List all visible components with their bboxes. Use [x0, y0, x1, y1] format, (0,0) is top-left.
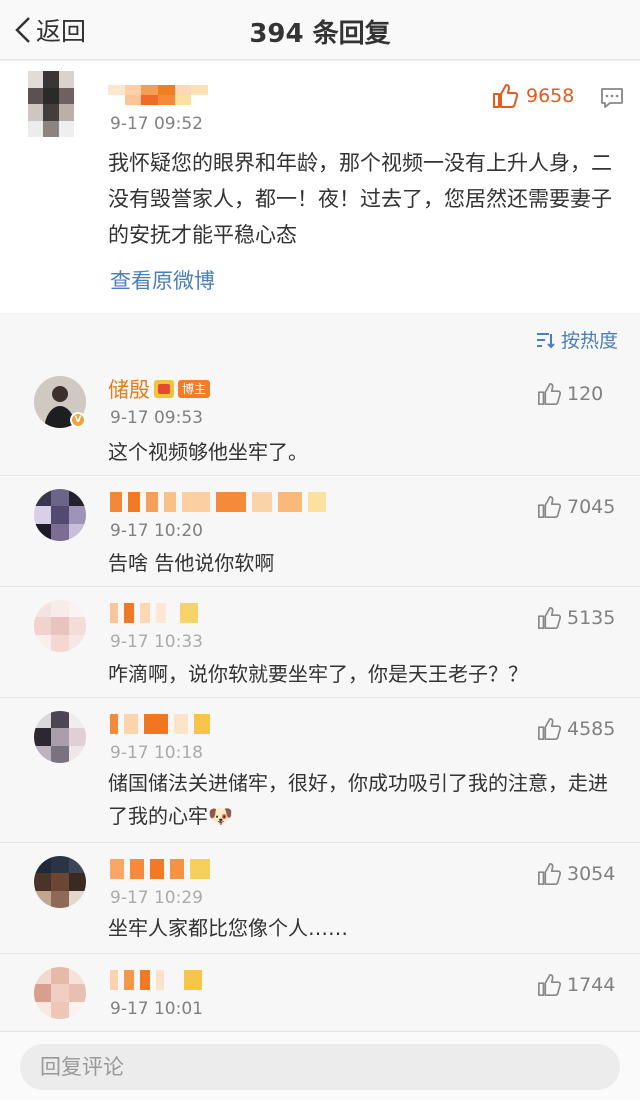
- avatar[interactable]: [34, 489, 86, 541]
- like-button[interactable]: 4585: [537, 717, 615, 741]
- author-badge: 博主: [178, 380, 211, 398]
- thumbs-up-icon: [538, 496, 561, 518]
- like-count: 9658: [526, 85, 575, 107]
- like-button[interactable]: 1744: [537, 973, 615, 997]
- username-redacted: [108, 85, 208, 105]
- like-button[interactable]: 9658: [492, 83, 574, 109]
- like-count: 1744: [567, 974, 616, 996]
- thumbs-up-icon: [538, 718, 561, 740]
- dog-emoji-icon: 🐶: [208, 804, 233, 828]
- view-original-link[interactable]: 查看原微博: [110, 265, 215, 295]
- page-title: 394 条回复: [249, 19, 391, 49]
- avatar[interactable]: [34, 600, 86, 652]
- like-count: 7045: [567, 496, 616, 518]
- nav-bar: 返回 394 条回复: [0, 0, 640, 60]
- timestamp: 9-17 10:20: [110, 521, 203, 541]
- timestamp: 9-17 10:33: [110, 632, 203, 652]
- avatar[interactable]: [28, 71, 74, 137]
- username-redacted: [110, 858, 210, 880]
- root-comment: 9-17 09:52 9658 我怀疑您的眼界和年龄，那个视频一没有上升人身，二…: [0, 61, 640, 313]
- thumbs-up-icon: [538, 607, 561, 629]
- thumbs-up-icon: [493, 84, 518, 108]
- comment-text: 告啥 告他说你软啊: [108, 551, 275, 575]
- username-redacted: [110, 491, 326, 513]
- thumbs-up-icon: [538, 383, 561, 405]
- sort-button[interactable]: 按热度: [535, 326, 618, 353]
- crown-icon: [154, 380, 174, 398]
- like-count: 3054: [567, 863, 616, 885]
- timestamp: 9-17 10:18: [110, 743, 203, 763]
- timestamp: 9-17 09:52: [110, 114, 203, 134]
- like-count: 5135: [567, 607, 616, 629]
- sort-icon: [536, 332, 555, 348]
- timestamp: 9-17 10:01: [110, 999, 203, 1019]
- avatar[interactable]: [34, 856, 86, 908]
- like-button[interactable]: 7045: [537, 495, 615, 519]
- avatar[interactable]: [34, 711, 86, 763]
- comment-text: 咋滴啊，说你软就要坐牢了，你是天王老子？？: [108, 662, 528, 686]
- like-button[interactable]: 5135: [537, 606, 615, 630]
- comment-icon[interactable]: [600, 87, 624, 113]
- like-button[interactable]: 120: [537, 382, 603, 406]
- username-redacted: [110, 602, 198, 624]
- thumbs-up-icon: [538, 863, 561, 885]
- username-redacted: [110, 713, 210, 735]
- verified-badge-icon: V: [70, 412, 86, 428]
- username[interactable]: 储殷 博主: [108, 374, 211, 404]
- list-item: 9-17 10:01 1744: [0, 955, 640, 1030]
- sort-label: 按热度: [560, 330, 618, 352]
- list-item: 9-17 10:33 5135 咋滴啊，说你软就要坐牢了，你是天王老子？？: [0, 588, 640, 698]
- like-count: 4585: [567, 718, 616, 740]
- list-item: 9-17 10:18 4585 储国储法关进储牢，很好，你成功吸引了我的注意，走…: [0, 699, 640, 843]
- like-count: 120: [567, 383, 604, 405]
- comment-text: 我怀疑您的眼界和年龄，那个视频一没有上升人身，二没有毁誉家人，都一！夜！过去了，…: [108, 151, 612, 247]
- list-item: V 储殷 博主 9-17 09:53 120 这个视频够他坐牢了。: [0, 364, 640, 476]
- reply-list[interactable]: 按热度 V 储殷 博主 9-17 09:53 120 这个视频够他坐牢了。 9-…: [0, 314, 640, 1030]
- reply-bar: [0, 1031, 640, 1100]
- list-item: 9-17 10:29 3054 坐牢人家都比您像个人……: [0, 844, 640, 954]
- list-item: 9-17 10:20 7045 告啥 告他说你软啊: [0, 477, 640, 587]
- comment-text: 坐牢人家都比您像个人……: [108, 916, 348, 940]
- thumbs-up-icon: [538, 974, 561, 996]
- reply-input[interactable]: [20, 1044, 620, 1090]
- comment-text: 储国储法关进储牢，很好，你成功吸引了我的注意，走进了我的心牢🐶: [108, 771, 608, 828]
- avatar[interactable]: [34, 967, 86, 1019]
- like-button[interactable]: 3054: [537, 862, 615, 886]
- comment-text: 这个视频够他坐牢了。: [108, 440, 308, 464]
- timestamp: 9-17 09:53: [110, 408, 203, 428]
- username-redacted: [110, 969, 202, 991]
- timestamp: 9-17 10:29: [110, 888, 203, 908]
